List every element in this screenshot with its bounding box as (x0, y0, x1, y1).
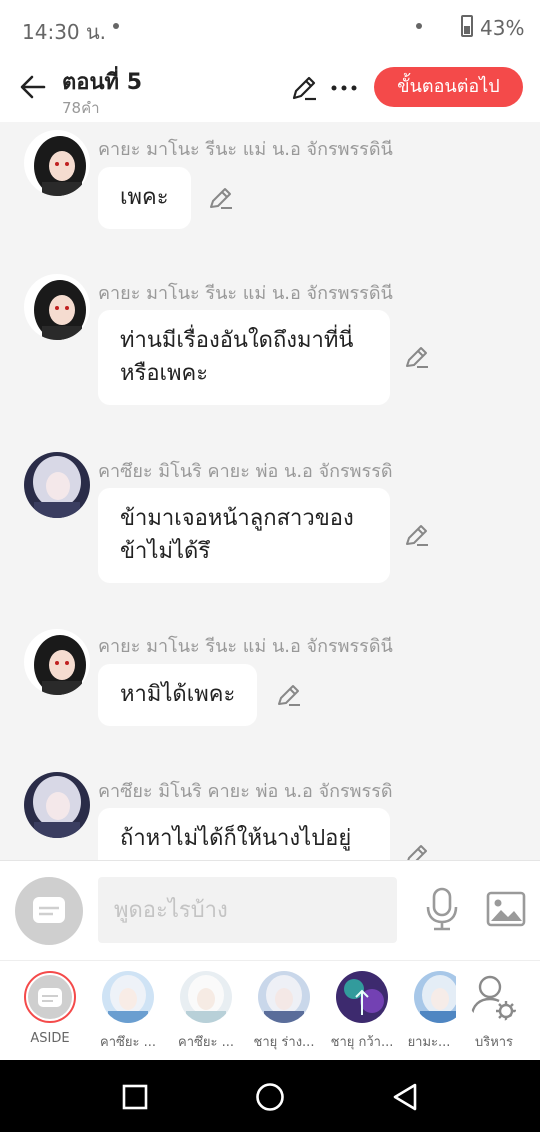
character-item[interactable]: ชายุ กว้า... (324, 971, 400, 1052)
more-options-icon[interactable] (330, 76, 358, 100)
battery-percent: 43% (480, 16, 525, 40)
back-icon[interactable] (392, 1082, 418, 1112)
chat-bubble-icon (28, 975, 72, 1019)
speaker-name: คายะ มาโนะ รีนะ แม่ น.อ จักรพรรดินี (98, 283, 393, 304)
system-navigation-bar (0, 1060, 540, 1132)
edit-message-icon[interactable] (404, 344, 430, 370)
aside-avatar (24, 971, 76, 1023)
character-label: ชายุ กว้า... (330, 1035, 394, 1050)
status-bar: 14:30 น. 43% (0, 0, 540, 54)
speaker-name: คายะ มาโนะ รีนะ แม่ น.อ จักรพรรดินี (98, 636, 393, 657)
microphone-icon[interactable] (424, 887, 460, 931)
image-icon[interactable] (486, 891, 526, 927)
character-avatar (102, 971, 154, 1023)
character-item[interactable]: คาซึยะ ... (90, 971, 166, 1052)
avatar-kaya-mano[interactable] (24, 629, 90, 695)
character-item[interactable]: ชายุ ร่าง... (246, 971, 322, 1052)
avatar-kazuya-minori[interactable] (24, 772, 90, 838)
signal-dot-icon (416, 23, 422, 29)
message-bubble[interactable]: ท่านมีเรื่องอันใดถึงมาที่นี่หรือเพคะ (98, 310, 390, 405)
message-bubble[interactable]: หามิได้เพคะ (98, 664, 258, 726)
episode-title: ตอนที่ 5 (62, 70, 143, 95)
chat-area[interactable]: คายะ มาโนะ รีนะ แม่ น.อ จักรพรรดินี เพคะ… (0, 122, 540, 860)
home-icon[interactable] (255, 1082, 285, 1112)
character-label: คาซึยะ ... (100, 1035, 156, 1050)
word-count: 78คำ (62, 99, 100, 117)
back-arrow-icon[interactable] (18, 72, 48, 102)
speaker-name: คายะ มาโนะ รีนะ แม่ น.อ จักรพรรดินี (98, 139, 393, 160)
character-label: ชายุ ร่าง... (253, 1035, 315, 1050)
edit-message-icon[interactable] (208, 185, 234, 211)
speaker-name: คาซึยะ มิโนริ คายะ พ่อ น.อ จักรพรรดิ (98, 781, 393, 802)
aside-toggle-button[interactable] (15, 877, 83, 945)
character-aside[interactable]: ASIDE (12, 971, 88, 1046)
message-input[interactable] (98, 877, 397, 943)
recents-icon[interactable] (122, 1084, 148, 1110)
message-bubble[interactable]: เพคะ (98, 167, 191, 229)
edit-message-icon[interactable] (404, 522, 430, 548)
character-label: ยามะ... (407, 1035, 451, 1050)
character-label: บริหาร (474, 1035, 514, 1050)
avatar-kaya-mano[interactable] (24, 130, 90, 196)
character-item[interactable]: ยามะ... (402, 971, 456, 1052)
character-avatar (258, 971, 310, 1023)
edit-title-icon[interactable] (290, 74, 318, 102)
edit-message-icon[interactable] (404, 842, 430, 860)
header: ตอนที่ 5 78คำ ขั้นตอนต่อไป (0, 54, 540, 122)
speaker-name: คาซึยะ มิโนริ คายะ พ่อ น.อ จักรพรรดิ (98, 461, 393, 482)
notification-dot-icon (113, 23, 119, 29)
character-label: ASIDE (30, 1031, 70, 1046)
manage-characters-icon (470, 975, 516, 1021)
battery-icon (461, 15, 473, 37)
status-time: 14:30 น. (22, 20, 107, 44)
character-avatar (414, 971, 456, 1023)
chat-bubble-icon (33, 897, 65, 923)
character-selector: ASIDE คาซึยะ ... คาซึยะ ... ชายุ ร่าง...… (0, 960, 540, 1060)
character-label: คาซึยะ ... (178, 1035, 234, 1050)
message-bubble[interactable]: ข้ามาเจอหน้าลูกสาวของข้าไม่ได้รึ (98, 488, 390, 583)
input-bar (0, 860, 540, 960)
character-avatar (180, 971, 232, 1023)
avatar-kaya-mano[interactable] (24, 274, 90, 340)
character-manage[interactable]: บริหาร (456, 971, 532, 1052)
character-item[interactable]: คาซึยะ ... (168, 971, 244, 1052)
message-bubble[interactable]: ถ้าหาไม่ได้ก็ให้นางไปอยู่ (98, 808, 390, 860)
character-avatar (336, 971, 388, 1023)
next-step-button[interactable]: ขั้นตอนต่อไป (374, 67, 523, 107)
avatar-kazuya-minori[interactable] (24, 452, 90, 518)
edit-message-icon[interactable] (276, 682, 302, 708)
